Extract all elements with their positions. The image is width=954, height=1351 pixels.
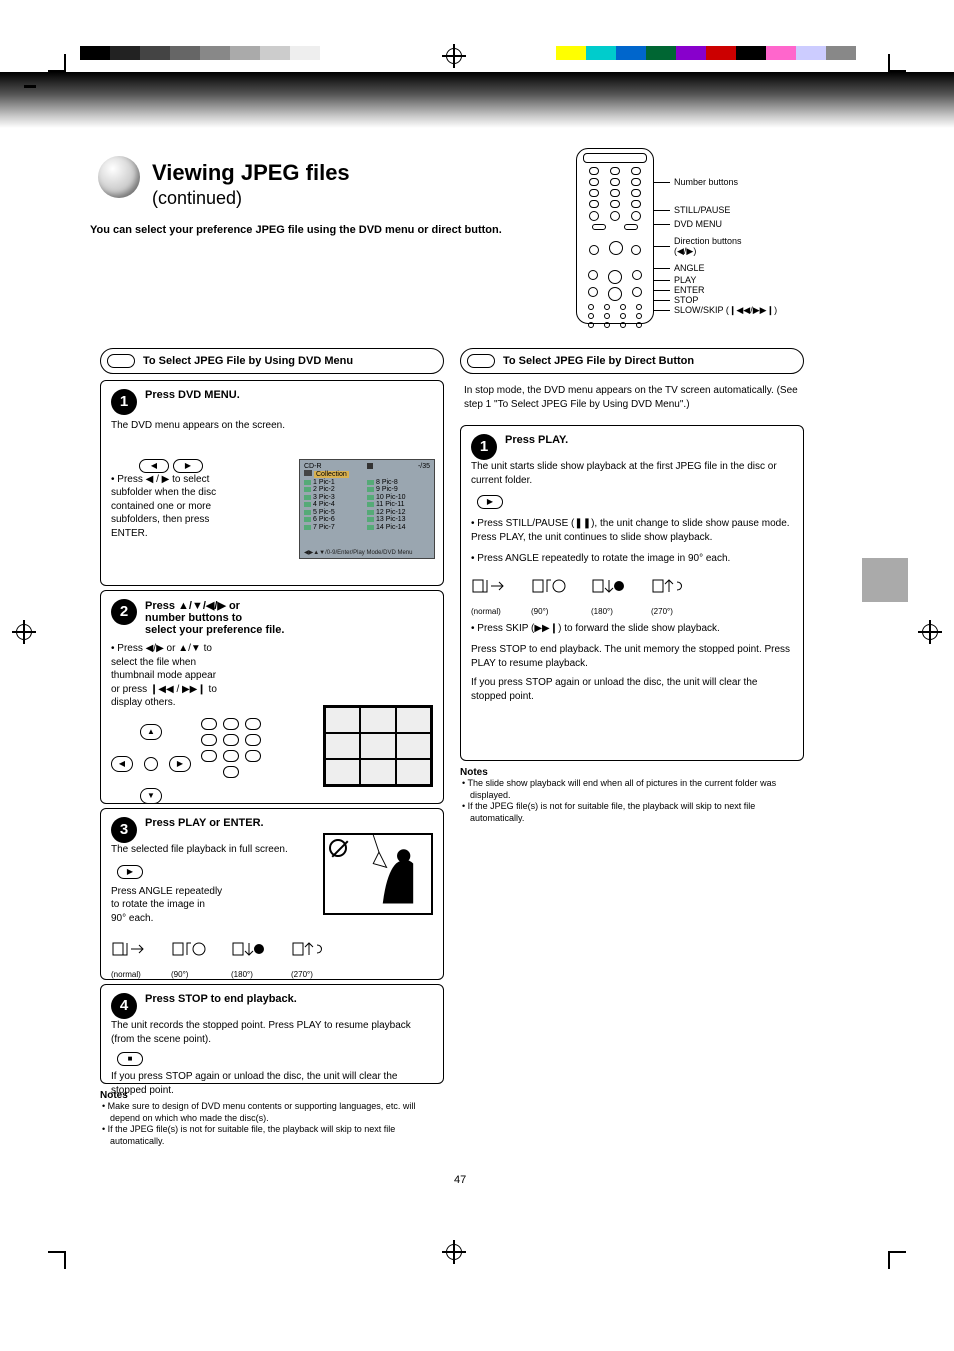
proc-b-title: To Select JPEG File by Direct Button — [503, 355, 694, 367]
remote-label-numbers: Number buttons — [674, 177, 738, 187]
title-bubble-icon — [98, 156, 140, 198]
notes-b: Notes • The slide show playback will end… — [460, 767, 804, 825]
stop-btn-icon — [115, 1052, 433, 1066]
header-gradient — [0, 72, 954, 128]
page-number: 47 — [454, 1174, 466, 1186]
crosshair-bottom — [442, 1240, 466, 1264]
lead-line — [654, 182, 670, 183]
remote-label-stillpause: STILL/PAUSE — [674, 205, 730, 215]
crosshair-right — [918, 620, 942, 644]
step-b1-l4: • Press SKIP (▶▶❙) to forward the slide … — [471, 622, 793, 636]
play-btn-icon — [475, 495, 793, 509]
thumbnail-grid — [323, 705, 433, 787]
page-subtitle: (continued) — [152, 188, 242, 209]
lead-line — [654, 268, 670, 269]
lead-line — [654, 246, 670, 247]
step-b1-l5: Press STOP to end playback. The unit mem… — [471, 643, 793, 670]
proc-a-header: To Select JPEG File by Using DVD Menu — [100, 348, 444, 374]
step-a2-title: 2 Press ▲/▼/◀/▶ or number buttons to sel… — [111, 599, 433, 636]
step-b1-l6: If you press STOP again or unload the di… — [471, 676, 793, 703]
step-a2-note: • Press ◀/▶ or ▲/▼ to select the file wh… — [111, 642, 311, 710]
step-a2-box: 2 Press ▲/▼/◀/▶ or number buttons to sel… — [100, 590, 444, 804]
lead-line — [654, 210, 670, 211]
step-b1-title: 1 Press PLAY. — [471, 434, 793, 446]
lead-line — [654, 290, 670, 291]
color-bar — [556, 46, 856, 60]
osd-col-right: 8 Pic-8 9 Pic-9 10 Pic-10 11 Pic-11 12 P… — [367, 478, 430, 531]
crop-bl — [36, 1251, 66, 1281]
osd-header-right: -/35 — [418, 463, 430, 470]
osd-bottom: ◀▶▲▼/0-9/Enter/Play Mode/DVD Menu — [304, 549, 430, 556]
step-a3-box: 3 Press PLAY or ENTER. The selected file… — [100, 808, 444, 980]
step-a1-box: 1 Press DVD MENU. The DVD menu appears o… — [100, 380, 444, 586]
notes-a: Notes • Make sure to design of DVD menu … — [100, 1090, 444, 1148]
dvdmenu-btn-icons — [137, 459, 205, 473]
remote-label-play: PLAY — [674, 275, 696, 285]
remote-label-angle: ANGLE — [674, 263, 705, 273]
step-a1-bullet: • Press ◀ / ▶ to select subfolder when t… — [111, 473, 271, 541]
proc-b-header: To Select JPEG File by Direct Button — [460, 348, 804, 374]
remote-label-stop: STOP — [674, 295, 698, 305]
remote-diagram — [576, 148, 654, 324]
step-b1-l1: The unit starts slide show playback at t… — [471, 460, 793, 487]
step-a4-l1: The unit records the stopped point. Pres… — [111, 1019, 433, 1046]
step-b1-l3: • Press ANGLE repeatedly to rotate the i… — [471, 552, 793, 566]
intro-text: You can select your preference JPEG file… — [90, 224, 502, 236]
step-a1-title: 1 Press DVD MENU. — [111, 389, 433, 401]
rotation-icons: (normal) (90°) (180°) (270°) — [111, 939, 433, 969]
osd-col-left: 1 Pic-1 2 Pic-2 3 Pic-3 4 Pic-4 5 Pic-5 … — [304, 478, 367, 531]
remote-label-enter: ENTER — [674, 285, 705, 295]
lead-line — [654, 310, 670, 311]
step-b1-l2: • Press STILL/PAUSE (❚❚), the unit chang… — [471, 517, 793, 544]
step-b1-box: 1 Press PLAY. The unit starts slide show… — [460, 425, 804, 761]
column-b: In stop mode, the DVD menu appears on th… — [460, 380, 804, 825]
side-tab — [862, 558, 908, 602]
remote-label-dvdmenu: DVD MENU — [674, 219, 722, 229]
remote-label-direction: Direction buttons(◀/▶) — [674, 236, 742, 257]
crosshair-top — [442, 44, 466, 68]
osd-header-left: CD-R — [304, 463, 322, 470]
step-a4-l2: If you press STOP again or unload the di… — [111, 1070, 433, 1097]
step-a3-l2: Press ANGLE repeatedly to rotate the ima… — [111, 885, 291, 926]
picture-illustration — [323, 833, 433, 915]
page-title: Viewing JPEG files — [152, 160, 350, 186]
crop-tr — [888, 42, 918, 72]
crop-br — [888, 1251, 918, 1281]
dpad-icon: ▲ ▼ ◀ ▶ — [111, 724, 191, 804]
rotation-icons-b: (normal) (90°) (180°) (270°) — [471, 576, 793, 606]
osd-folder: Collection — [314, 471, 349, 478]
crosshair-left — [12, 620, 36, 644]
step-b-lead: In stop mode, the DVD menu appears on th… — [460, 380, 804, 415]
remote-label-skip: SLOW/SKIP (❙◀◀/▶▶❙) — [674, 305, 777, 316]
lead-line — [654, 224, 670, 225]
proc-a-title: To Select JPEG File by Using DVD Menu — [143, 355, 353, 367]
step-a1-line1: The DVD menu appears on the screen. — [111, 419, 433, 433]
step-a3-title: 3 Press PLAY or ENTER. — [111, 817, 433, 829]
grayscale-bar — [80, 46, 320, 60]
header-line — [24, 85, 36, 88]
lead-line — [654, 280, 670, 281]
column-a: 1 Press DVD MENU. The DVD menu appears o… — [100, 380, 444, 1148]
step-a4-title: 4 Press STOP to end playback. — [111, 993, 433, 1005]
numpad-icon — [201, 718, 261, 804]
crop-tl — [36, 42, 66, 72]
step-a4-box: 4 Press STOP to end playback. The unit r… — [100, 984, 444, 1084]
lead-line — [654, 300, 670, 301]
osd-display: CD-R -/35 Collection 1 Pic-1 2 Pic-2 3 P… — [299, 459, 435, 559]
